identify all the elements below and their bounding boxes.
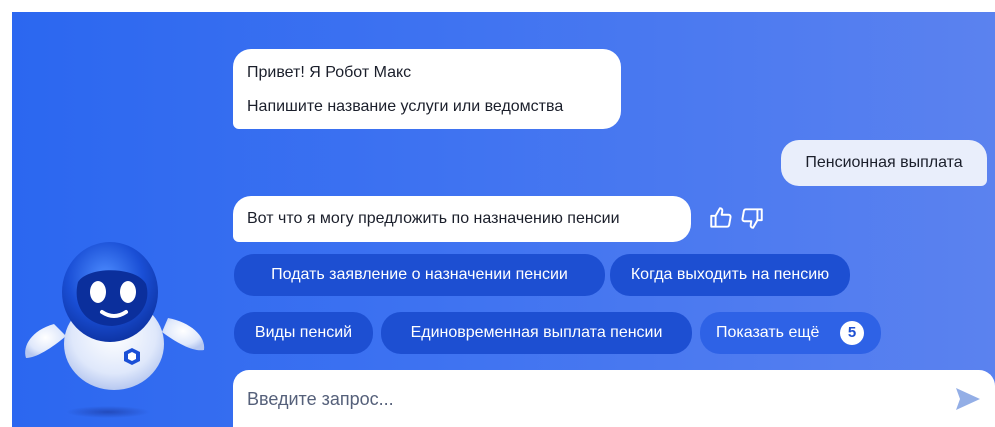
show-more-button[interactable]: Показать ещё 5 — [700, 312, 881, 354]
send-icon[interactable] — [953, 384, 983, 414]
bot-greeting-line1: Привет! Я Робот Макс — [247, 64, 412, 81]
chat-panel: Привет! Я Робот Макс Напишите название у… — [12, 12, 995, 427]
suggestion-retirement-age[interactable]: Когда выходить на пенсию — [610, 254, 850, 296]
bot-greeting-line2: Напишите название услуги или ведомства — [247, 98, 564, 115]
more-count-badge: 5 — [840, 321, 864, 345]
query-input[interactable] — [247, 382, 927, 416]
bot-greeting-bubble: Привет! Я Робот Макс Напишите название у… — [233, 49, 621, 129]
suggestion-lump-sum-pension[interactable]: Единовременная выплата пенсии — [381, 312, 692, 354]
thumbs-down-icon[interactable] — [739, 205, 765, 231]
robot-max-mascot — [25, 242, 205, 418]
suggestion-pension-types[interactable]: Виды пенсий — [234, 312, 373, 354]
suggestion-apply-pension[interactable]: Подать заявление о назначении пенсии — [234, 254, 605, 296]
user-message-bubble: Пенсионная выплата — [781, 140, 987, 186]
bot-offer-bubble: Вот что я могу предложить по назначению … — [233, 196, 691, 242]
thumbs-up-icon[interactable] — [708, 205, 734, 231]
show-more-label: Показать ещё — [716, 324, 820, 341]
query-input-bar — [233, 370, 995, 427]
